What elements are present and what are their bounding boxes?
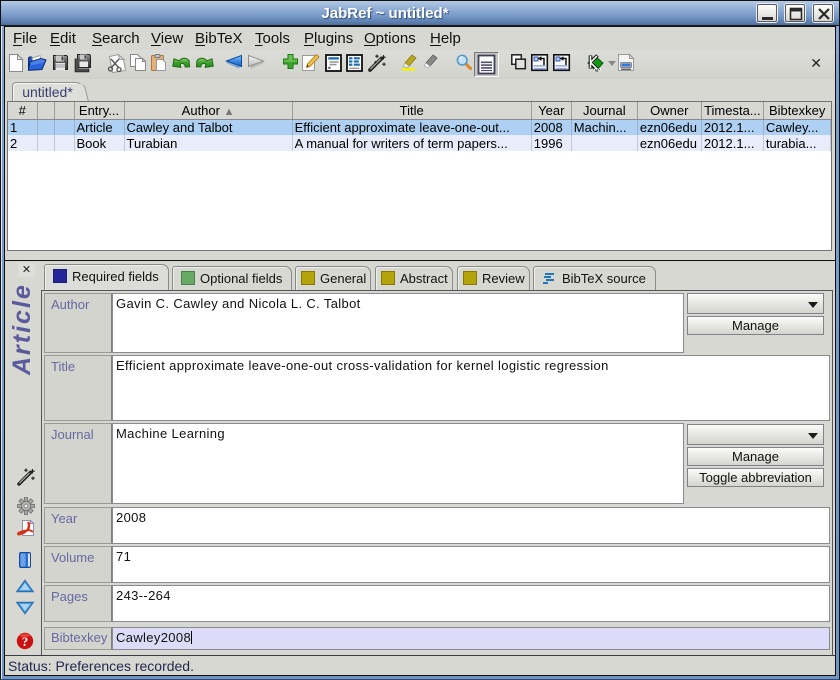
svg-text:?: ?: [22, 634, 29, 649]
